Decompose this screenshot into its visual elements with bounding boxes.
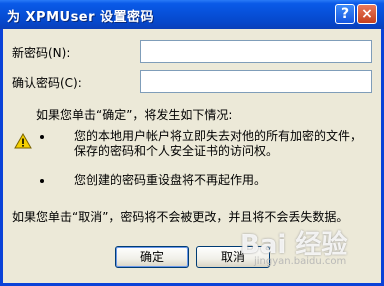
watermark-url: jingyan.baidu.com xyxy=(254,256,347,267)
consequence-2: 您创建的密码重设盘将不再起作用。 xyxy=(74,173,267,187)
bullet-dot xyxy=(40,135,44,139)
ok-warning-intro: 如果您单击“确定”，将发生如下情况: xyxy=(36,108,233,122)
warning-icon xyxy=(14,133,32,149)
new-password-field[interactable] xyxy=(140,40,372,63)
dialog-title: 为 XPMUser 设置密码 xyxy=(7,10,155,25)
close-button[interactable]: × xyxy=(357,4,377,24)
bullet-dot xyxy=(40,179,44,183)
new-password-label: 新密码(N): xyxy=(12,46,71,60)
cancel-note: 如果您单击“取消”，密码将不会被更改，并且将不会丢失数据。 xyxy=(12,210,349,224)
consequence-1-line2: 保存的密码和个人安全证书的访问权。 xyxy=(74,144,279,158)
ok-button[interactable]: 确定 xyxy=(115,246,189,268)
help-button[interactable]: ? xyxy=(335,4,355,24)
title-bar[interactable]: 为 XPMUser 设置密码 ? × xyxy=(0,0,384,29)
confirm-password-label: 确认密码(C): xyxy=(12,76,82,90)
set-password-dialog: 为 XPMUser 设置密码 ? × 新密码(N): 确认密码(C): 如果您单… xyxy=(0,0,384,286)
confirm-password-field[interactable] xyxy=(140,70,372,93)
